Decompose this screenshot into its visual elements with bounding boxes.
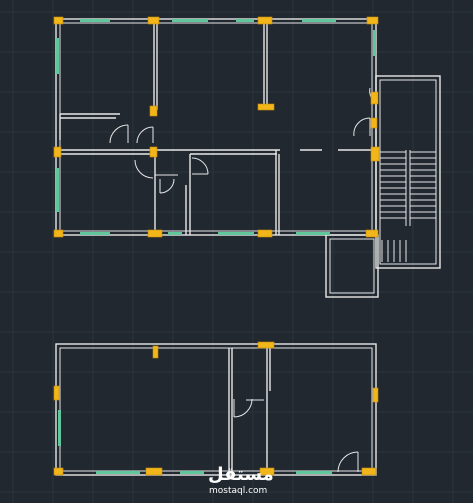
staircase	[380, 150, 436, 262]
cad-floor-plan-canvas[interactable]: مستقل mostaql.com	[0, 0, 473, 503]
mostaql-watermark: مستقل mostaql.com	[208, 464, 274, 496]
column	[53, 146, 62, 158]
window	[236, 19, 254, 22]
column	[366, 16, 379, 25]
column	[53, 385, 60, 401]
column	[145, 467, 163, 476]
window	[96, 471, 140, 474]
column	[149, 105, 158, 117]
column	[257, 103, 275, 111]
column	[53, 467, 64, 476]
window	[302, 19, 336, 22]
window	[373, 30, 376, 56]
window	[218, 232, 254, 235]
lower-block-walls	[55, 343, 377, 476]
column	[53, 229, 64, 238]
column	[361, 467, 377, 476]
column	[257, 341, 275, 349]
column	[370, 91, 379, 105]
upper-block-doors	[109, 87, 376, 194]
column	[149, 146, 158, 158]
window	[80, 19, 110, 22]
watermark-brand-latin: mostaql.com	[209, 486, 267, 496]
upper-block-walls	[55, 18, 377, 236]
column	[257, 16, 273, 25]
column	[147, 16, 160, 25]
window	[180, 471, 204, 474]
column	[53, 16, 64, 25]
watermark-brand-arabic: مستقل	[208, 464, 274, 485]
window	[80, 232, 110, 235]
floor-plan-drawing: مستقل mostaql.com	[0, 0, 473, 503]
window	[296, 471, 332, 474]
window	[56, 168, 59, 212]
column	[152, 345, 159, 359]
column	[372, 387, 379, 403]
stair-annex	[325, 75, 441, 298]
window	[172, 19, 208, 22]
window	[296, 232, 330, 235]
window-openings	[56, 19, 376, 474]
column	[365, 229, 379, 238]
column	[257, 229, 273, 238]
window	[56, 38, 59, 74]
window	[58, 410, 61, 446]
window	[168, 232, 182, 235]
column	[370, 117, 378, 129]
column	[147, 229, 163, 238]
column	[370, 146, 380, 162]
